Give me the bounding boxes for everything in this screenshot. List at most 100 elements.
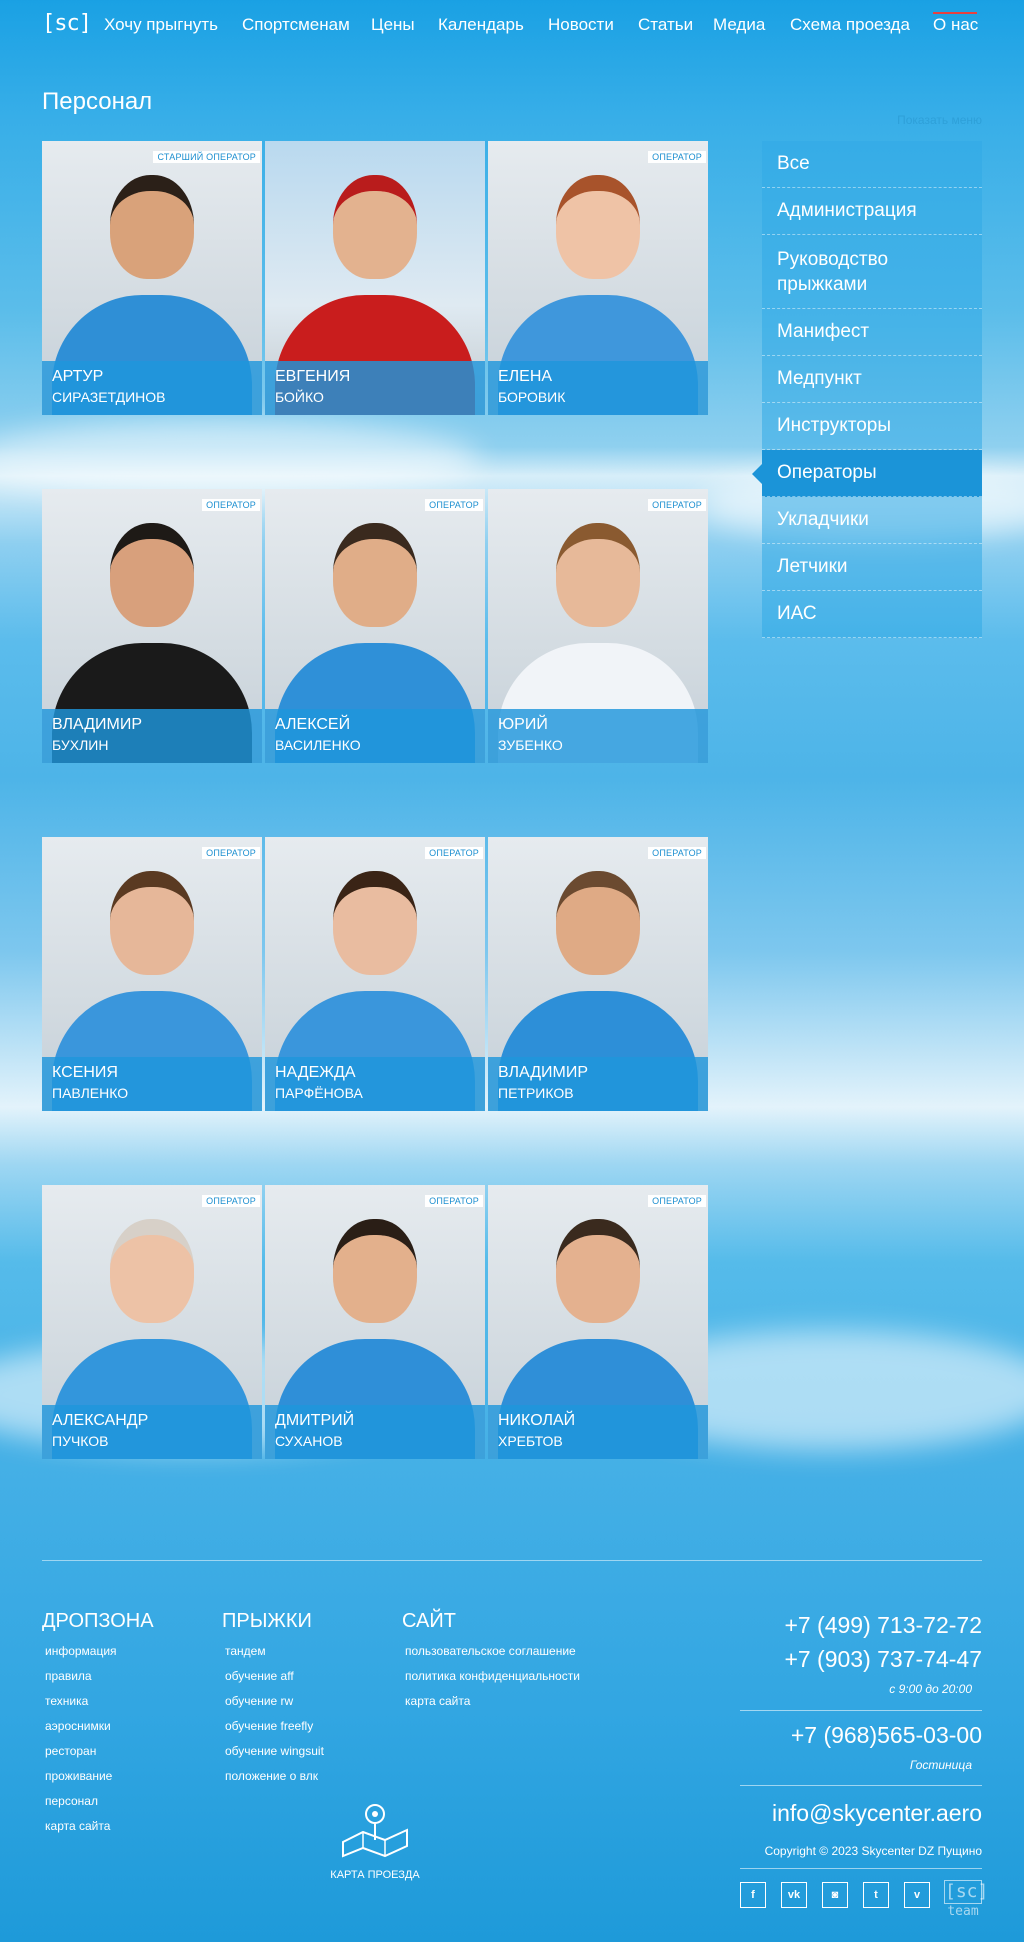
nav-item-kalendar[interactable]: Календарь <box>438 15 524 35</box>
team-logo-label: team <box>947 1904 979 1919</box>
staff-photo-face <box>556 1219 640 1323</box>
staff-name-overlay: АЛЕКСЕЙ ВАСИЛЕНКО <box>265 709 485 763</box>
sidebar-item-letchiki[interactable]: Летчики <box>762 544 982 591</box>
nav-item-hochu-prygnut[interactable]: Хочу прыгнуть <box>104 15 218 35</box>
staff-card[interactable]: ОПЕРАТОР ВЛАДИМИР ПЕТРИКОВ <box>488 837 708 1111</box>
staff-card[interactable]: ОПЕРАТОР АЛЕКСАНДР ПУЧКОВ <box>42 1185 262 1459</box>
staff-card[interactable]: СТАРШИЙ ОПЕРАТОР АРТУР СИРАЗЕТДИНОВ <box>42 141 262 415</box>
footer-link[interactable]: карта сайта <box>405 1694 470 1708</box>
sidebar-item-rukovodstvo[interactable]: Руководство прыжками <box>762 235 982 309</box>
staff-last-name: ЗУБЕНКО <box>498 737 563 753</box>
sidebar-item-medpunkt[interactable]: Медпункт <box>762 356 982 403</box>
nav-item-sportsmenam[interactable]: Спортсменам <box>242 15 350 35</box>
footer-link[interactable]: обучение wingsuit <box>225 1744 324 1758</box>
staff-photo-face <box>333 1219 417 1323</box>
footer-link[interactable]: техника <box>45 1694 88 1708</box>
vk-icon[interactable]: vk <box>781 1882 807 1908</box>
nav-item-novosti[interactable]: Новости <box>548 15 614 35</box>
copyright: Copyright © 2023 Skycenter DZ Пущино <box>764 1844 982 1858</box>
sidebar-item-ias[interactable]: ИАС <box>762 591 982 638</box>
nav-item-stati[interactable]: Статьи <box>638 15 693 35</box>
sidebar-item-administraciya[interactable]: Администрация <box>762 188 982 235</box>
nav-item-media[interactable]: Медиа <box>713 15 765 35</box>
staff-photo-face <box>110 175 194 279</box>
footer-link[interactable]: политика конфиденциальности <box>405 1669 580 1683</box>
category-sidebar: Все Администрация Руководство прыжками М… <box>752 141 982 638</box>
working-hours: с 9:00 до 20:00 <box>889 1682 972 1696</box>
footer-link[interactable]: ресторан <box>45 1744 96 1758</box>
staff-card[interactable]: ОПЕРАТОР АЛЕКСЕЙ ВАСИЛЕНКО <box>265 489 485 763</box>
staff-first-name: НАДЕЖДА <box>275 1064 356 1081</box>
role-badge: ОПЕРАТОР <box>425 499 483 511</box>
map-label: КАРТА ПРОЕЗДА <box>330 1869 420 1881</box>
footer-link[interactable]: аэроснимки <box>45 1719 111 1733</box>
role-badge: ОПЕРАТОР <box>425 847 483 859</box>
staff-card[interactable]: ОПЕРАТОР ВЛАДИМИР БУХЛИН <box>42 489 262 763</box>
show-menu-link[interactable]: Показать меню <box>897 113 982 127</box>
role-badge: ОПЕРАТОР <box>425 1195 483 1207</box>
staff-card[interactable]: ОПЕРАТОР НАДЕЖДА ПАРФЁНОВА <box>265 837 485 1111</box>
footer-link[interactable]: обучение rw <box>225 1694 293 1708</box>
footer-link[interactable]: персонал <box>45 1794 98 1808</box>
role-badge: СТАРШИЙ ОПЕРАТОР <box>153 151 260 163</box>
footer-link[interactable]: информация <box>45 1644 117 1658</box>
staff-first-name: ЕВГЕНИЯ <box>275 368 351 385</box>
facebook-icon[interactable]: f <box>740 1882 766 1908</box>
phone-hotel[interactable]: +7 (968)565-03-00 <box>791 1722 982 1749</box>
site-logo[interactable]: [sc] <box>42 11 92 36</box>
staff-photo-face <box>556 871 640 975</box>
footer-link[interactable]: карта сайта <box>45 1819 110 1833</box>
sidebar-item-manifest[interactable]: Манифест <box>762 309 982 356</box>
team-logo[interactable]: [sc] team <box>944 1880 989 1920</box>
footer-link[interactable]: обучение freefly <box>225 1719 313 1733</box>
footer-link[interactable]: обучение aff <box>225 1669 294 1683</box>
staff-name-overlay: КСЕНИЯ ПАВЛЕНКО <box>42 1057 262 1111</box>
phone-2[interactable]: +7 (903) 737-74-47 <box>784 1646 982 1673</box>
instagram-icon[interactable]: ◙ <box>822 1882 848 1908</box>
nav-item-o-nas[interactable]: О нас <box>933 15 978 35</box>
sidebar-item-operatory[interactable]: Операторы <box>752 450 982 497</box>
staff-last-name: ПАРФЁНОВА <box>275 1085 363 1101</box>
sidebar-item-instruktory[interactable]: Инструкторы <box>762 403 982 450</box>
staff-first-name: АЛЕКСАНДР <box>52 1412 149 1429</box>
hotel-label: Гостиница <box>909 1758 972 1772</box>
staff-first-name: ВЛАДИМИР <box>498 1064 589 1081</box>
team-logo-mark: [sc] <box>944 1880 989 1904</box>
role-badge: ОПЕРАТОР <box>202 847 260 859</box>
sidebar-item-ukladchiki[interactable]: Укладчики <box>762 497 982 544</box>
staff-first-name: ДМИТРИЙ <box>275 1412 355 1429</box>
footer-col-pryzhki-title: ПРЫЖКИ <box>222 1610 312 1632</box>
map-link[interactable]: КАРТА ПРОЕЗДА <box>330 1798 420 1881</box>
footer-link[interactable]: пользовательское соглашение <box>405 1644 576 1658</box>
nav-item-shema-proezda[interactable]: Схема проезда <box>790 15 910 35</box>
email-link[interactable]: info@skycenter.aero <box>772 1800 982 1827</box>
staff-card[interactable]: ОПЕРАТОР ЮРИЙ ЗУБЕНКО <box>488 489 708 763</box>
staff-card[interactable]: ОПЕРАТОР НИКОЛАЙ ХРЕБТОВ <box>488 1185 708 1459</box>
twitter-icon[interactable]: t <box>863 1882 889 1908</box>
staff-last-name: СУХАНОВ <box>275 1433 343 1449</box>
footer-col-sayt-title: САЙТ <box>402 1610 456 1632</box>
staff-photo-face <box>110 1219 194 1323</box>
staff-photo-face <box>556 523 640 627</box>
footer-link[interactable]: положение о влк <box>225 1769 318 1783</box>
staff-card[interactable]: ОПЕРАТОР ЕЛЕНА БОРОВИК <box>488 141 708 415</box>
staff-card[interactable]: ОПЕРАТОР КСЕНИЯ ПАВЛЕНКО <box>42 837 262 1111</box>
footer-link[interactable]: правила <box>45 1669 92 1683</box>
staff-photo-face <box>333 871 417 975</box>
staff-last-name: БОЙКО <box>275 389 324 405</box>
staff-first-name: КСЕНИЯ <box>52 1064 118 1081</box>
role-badge: ОПЕРАТОР <box>648 151 706 163</box>
staff-first-name: АРТУР <box>52 368 104 385</box>
staff-card[interactable]: ОПЕРАТОР ДМИТРИЙ СУХАНОВ <box>265 1185 485 1459</box>
sidebar-item-vse[interactable]: Все <box>762 141 982 188</box>
staff-photo-face <box>333 175 417 279</box>
footer-link[interactable]: проживание <box>45 1769 112 1783</box>
nav-active-indicator <box>933 12 977 14</box>
staff-first-name: ЮРИЙ <box>498 716 548 733</box>
footer-social-divider <box>740 1868 982 1869</box>
footer-link[interactable]: тандем <box>225 1644 266 1658</box>
nav-item-ceny[interactable]: Цены <box>371 15 415 35</box>
staff-card[interactable]: ЕВГЕНИЯ БОЙКО <box>265 141 485 415</box>
vimeo-icon[interactable]: v <box>904 1882 930 1908</box>
phone-1[interactable]: +7 (499) 713-72-72 <box>784 1612 982 1639</box>
